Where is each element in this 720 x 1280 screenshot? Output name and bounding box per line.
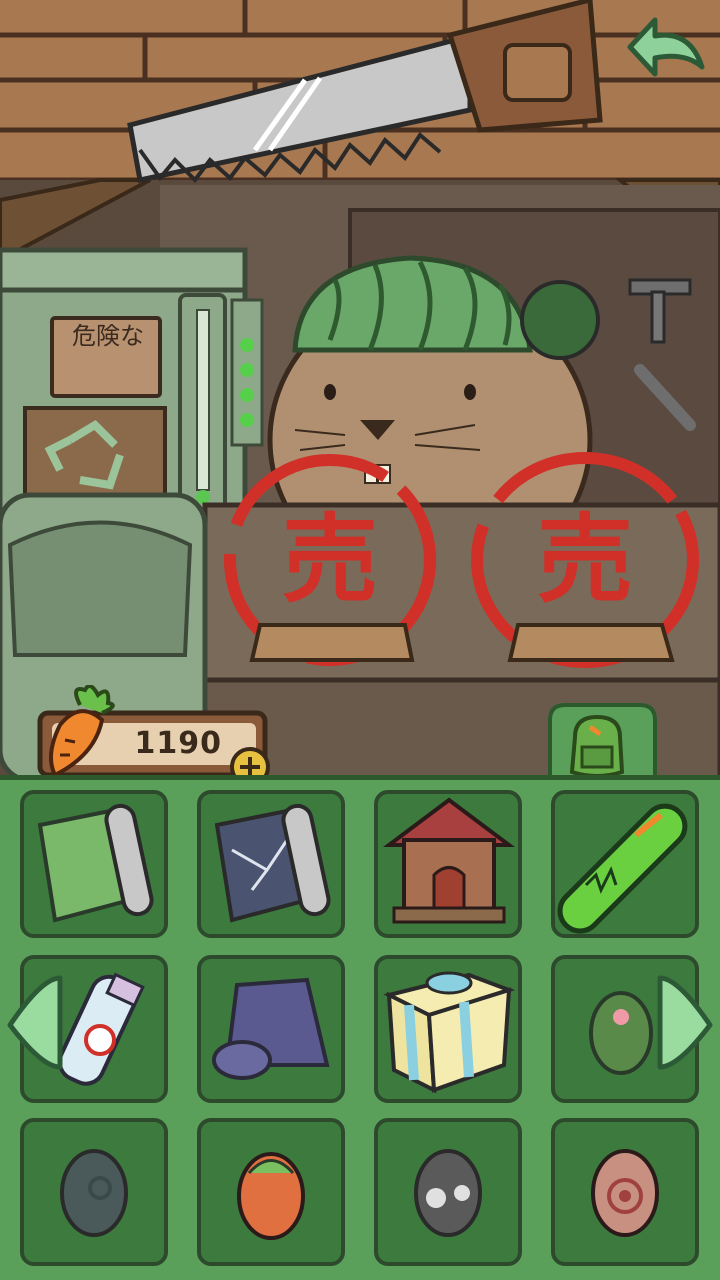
skateboard-icon [551, 790, 699, 938]
carrot-count: 1190 [134, 726, 222, 761]
gray-spotted-egg-icon [374, 1118, 522, 1266]
backpack-icon [569, 714, 625, 778]
inventory-slot[interactable] [374, 1118, 522, 1266]
gift-box-icon [374, 955, 522, 1103]
doghouse-icon [374, 790, 522, 938]
dark-swirl-egg-icon [20, 1118, 168, 1266]
shop-slot-2[interactable] [480, 460, 700, 670]
shop-slot-1[interactable] [225, 460, 435, 670]
right-arrow-icon[interactable] [653, 970, 718, 1075]
rolled-rug-icon [197, 955, 345, 1103]
left-arrow-icon[interactable] [2, 970, 67, 1075]
cracked-wallpaper-roll-icon [197, 790, 345, 938]
shop-scene: 危険な 売 売 1190 [0, 0, 720, 1280]
carrot-icon [49, 685, 115, 778]
inventory-slot[interactable] [374, 790, 522, 938]
inventory-slot[interactable] [20, 1118, 168, 1266]
inventory-slot[interactable] [551, 790, 699, 938]
inventory-slot[interactable] [197, 955, 345, 1103]
inventory-slot[interactable] [197, 790, 345, 938]
target-egg-icon [551, 1118, 699, 1266]
back-arrow-icon[interactable] [620, 12, 710, 82]
danger-sign-text: 危険な [72, 322, 144, 350]
inventory-slot[interactable] [374, 955, 522, 1103]
inventory-slot[interactable] [20, 790, 168, 938]
inventory-slot[interactable] [551, 1118, 699, 1266]
inventory-slot[interactable] [197, 1118, 345, 1266]
carrot-egg-icon [197, 1118, 345, 1266]
green-wallpaper-roll-icon [20, 790, 168, 938]
